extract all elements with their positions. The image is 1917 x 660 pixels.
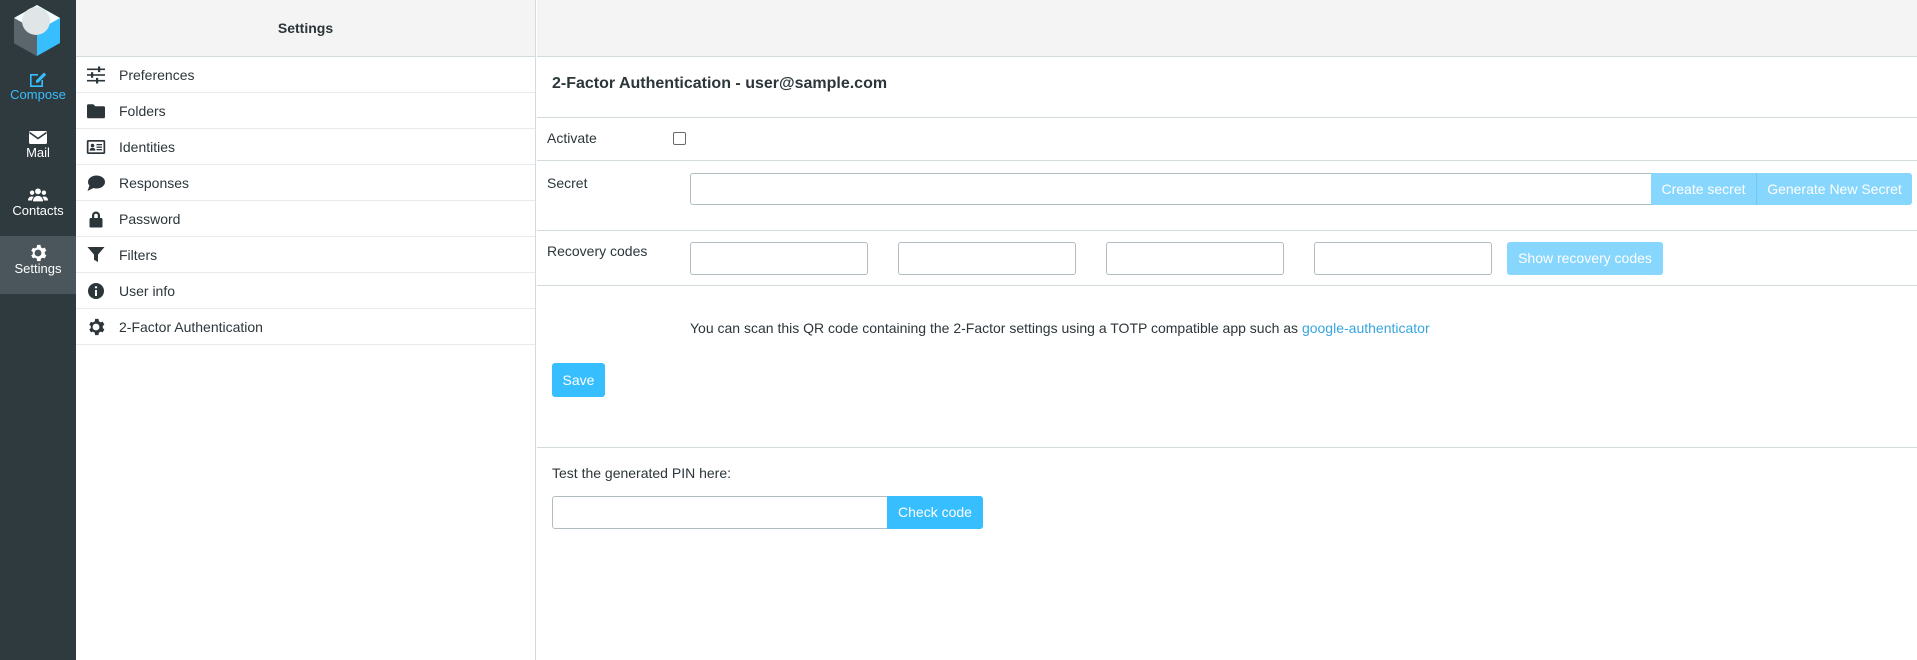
secret-label: Secret <box>547 175 588 191</box>
settings-item-label: User info <box>119 282 176 299</box>
rail-mail-button[interactable]: Mail <box>0 120 76 178</box>
qr-instructions-text: You can scan this QR code containing the… <box>690 320 1302 336</box>
rail-contacts-label: Contacts <box>12 203 64 218</box>
sliders-icon <box>86 66 106 84</box>
recovery-code-input[interactable] <box>898 242 1076 275</box>
generate-new-secret-button[interactable]: Generate New Secret <box>1757 173 1912 205</box>
settings-item-folders[interactable]: Folders <box>76 93 535 129</box>
app-rail: Compose Mail Contacts Settings <box>0 0 76 660</box>
recovery-code-input[interactable] <box>1106 242 1284 275</box>
page-title: 2-Factor Authentication - user@sample.co… <box>537 57 1917 118</box>
settings-item-filters[interactable]: Filters <box>76 237 535 273</box>
activate-label: Activate <box>547 130 597 146</box>
activate-row: Activate <box>537 118 1917 161</box>
recovery-code-input[interactable] <box>1314 242 1492 275</box>
test-pin-label: Test the generated PIN here: <box>552 465 731 481</box>
rail-contacts-button[interactable]: Contacts <box>0 178 76 236</box>
app-logo <box>10 3 64 57</box>
settings-list-panel: Settings Preferences Folders Identities … <box>76 0 536 660</box>
rail-compose-label: Compose <box>10 87 66 102</box>
check-code-button[interactable]: Check code <box>887 496 983 529</box>
google-authenticator-link[interactable]: google-authenticator <box>1302 320 1430 336</box>
gear-icon <box>86 318 106 336</box>
contacts-icon <box>0 178 76 204</box>
settings-item-preferences[interactable]: Preferences <box>76 57 535 93</box>
secret-row: Secret Create secret Generate New Secret <box>537 161 1917 231</box>
settings-item-label: Filters <box>119 246 158 263</box>
activate-checkbox[interactable] <box>673 132 686 145</box>
settings-list-title: Settings <box>76 0 535 57</box>
content-panel: 2-Factor Authentication - user@sample.co… <box>537 0 1917 660</box>
settings-item-identities[interactable]: Identities <box>76 129 535 165</box>
settings-item-label: 2-Factor Authentication <box>119 318 263 335</box>
secret-input[interactable] <box>690 173 1652 205</box>
qr-instructions: You can scan this QR code containing the… <box>690 320 1430 336</box>
rail-compose-button[interactable]: Compose <box>0 62 76 120</box>
settings-item-label: Responses <box>119 174 190 191</box>
settings-item-label: Password <box>119 210 181 227</box>
settings-item-label: Preferences <box>119 66 195 83</box>
rail-settings-button[interactable]: Settings <box>0 236 76 294</box>
show-recovery-codes-button[interactable]: Show recovery codes <box>1507 242 1663 275</box>
settings-item-label: Identities <box>119 138 176 155</box>
test-pin-section: Test the generated PIN here: Check code <box>537 448 1917 568</box>
settings-item-responses[interactable]: Responses <box>76 165 535 201</box>
recovery-code-input[interactable] <box>690 242 868 275</box>
recovery-codes-row: Recovery codes Show recovery codes <box>537 231 1917 286</box>
save-button[interactable]: Save <box>552 363 605 397</box>
gear-icon <box>0 236 76 262</box>
create-secret-button[interactable]: Create secret <box>1651 173 1757 205</box>
compose-icon <box>0 62 76 88</box>
qr-section: You can scan this QR code containing the… <box>537 286 1917 448</box>
pin-input[interactable] <box>552 496 888 529</box>
rail-mail-label: Mail <box>26 145 50 160</box>
rail-settings-label: Settings <box>14 261 62 276</box>
recovery-codes-label: Recovery codes <box>547 243 648 259</box>
settings-item-label: Folders <box>119 102 166 119</box>
mail-icon <box>0 120 76 146</box>
settings-item-password[interactable]: Password <box>76 201 535 237</box>
settings-item-user-info[interactable]: User info <box>76 273 535 309</box>
filter-icon <box>86 246 106 264</box>
info-icon <box>86 282 106 300</box>
folder-icon <box>86 102 106 120</box>
comment-icon <box>86 174 106 192</box>
settings-item-2fa[interactable]: 2-Factor Authentication <box>76 309 535 345</box>
lock-icon <box>86 210 106 228</box>
id-card-icon <box>86 138 106 156</box>
content-header-bar <box>537 0 1917 57</box>
